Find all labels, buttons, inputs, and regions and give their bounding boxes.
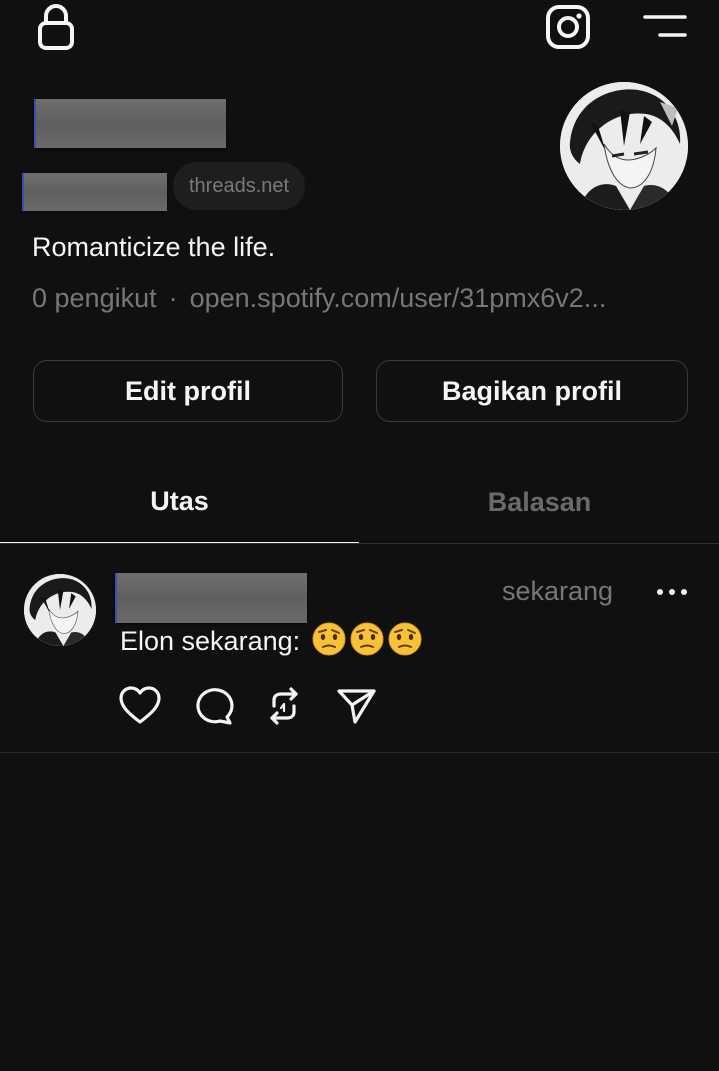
profile-link[interactable]: open.spotify.com/user/31pmx6v2... [190,283,607,313]
profile-bio: Romanticize the life. [32,232,276,262]
domain-badge[interactable]: threads.net [173,162,306,210]
profile-handle-redacted [22,173,167,211]
profile-avatar[interactable] [560,82,688,210]
tab-threads[interactable]: Utas [0,460,359,544]
post-divider [0,752,719,753]
more-options-icon[interactable] [648,574,696,610]
post-text: Elon sekarang: [120,626,301,656]
meta-separator: · [168,283,178,313]
instagram-icon[interactable] [543,2,593,52]
post-author-avatar[interactable] [24,574,96,646]
profile-name-redacted [34,99,226,148]
tabs-divider [0,543,719,544]
edit-profile-button[interactable]: Edit profil [33,360,343,422]
followers-count[interactable]: 0 pengikut [32,283,157,313]
send-icon[interactable] [334,684,378,728]
comment-icon[interactable] [190,684,234,728]
profile-screen: threads.net Romanticize the life. 0 peng… [0,0,719,1071]
share-profile-button[interactable]: Bagikan profil [376,360,688,422]
raised-eyebrow-emoji [312,622,346,656]
tab-replies[interactable]: Balasan [360,460,719,544]
lock-icon[interactable] [34,2,78,52]
profile-meta: 0 pengikut · open.spotify.com/user/31pmx6v… [32,283,692,314]
raised-eyebrow-emoji [350,622,384,656]
raised-eyebrow-emoji [388,622,422,656]
repost-icon[interactable] [262,684,306,728]
post-timestamp: sekarang [502,576,614,606]
heart-icon[interactable] [118,684,162,728]
emoji-group [312,622,422,656]
post-author-name-redacted[interactable] [115,573,307,623]
post-content: Elon sekarang: [120,622,422,657]
menu-icon[interactable] [640,10,690,42]
